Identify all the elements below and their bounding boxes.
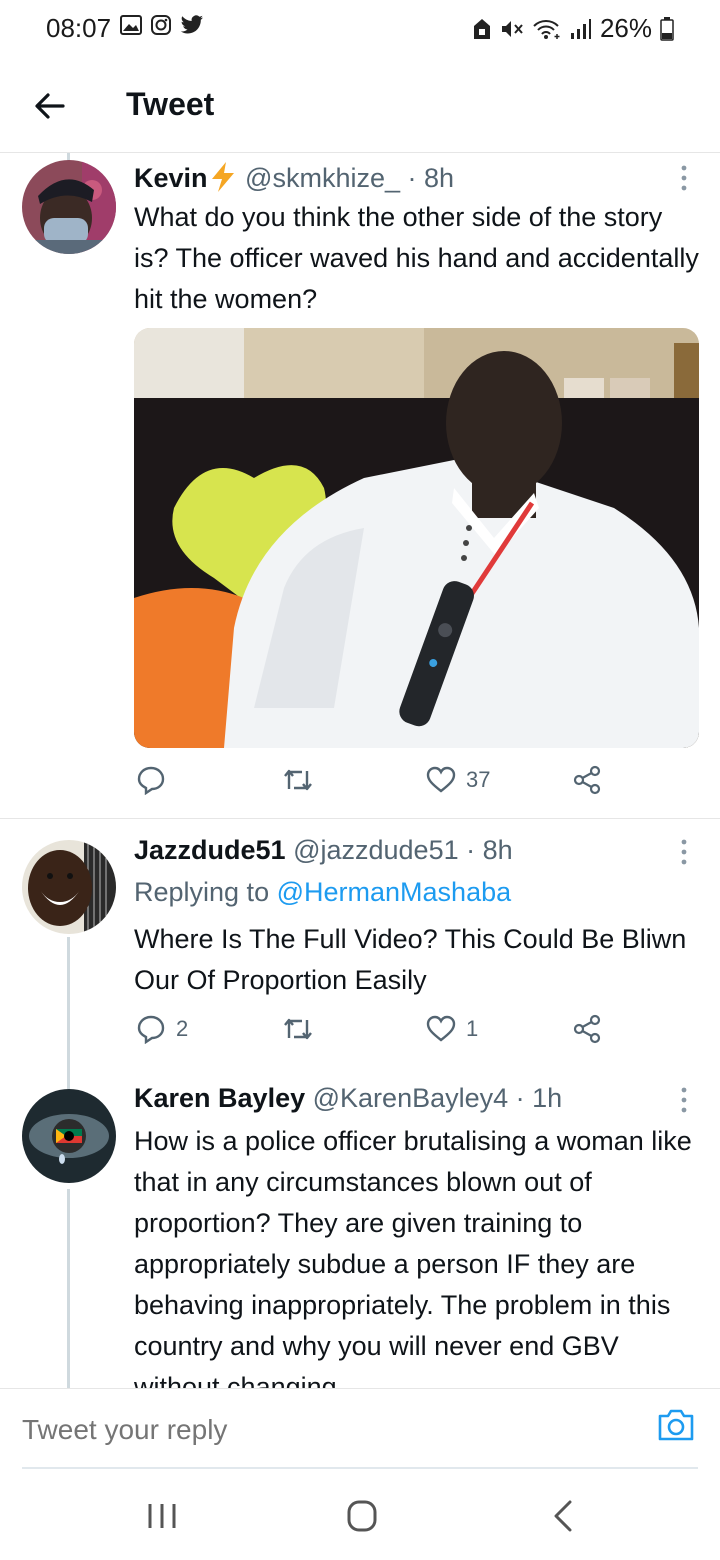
tweet-header: Karen Bayley @KarenBayley4 · 1h [134, 1083, 562, 1114]
status-bar: 08:07 26% [0, 0, 720, 58]
status-time: 08:07 [46, 13, 112, 43]
heart-icon [426, 1015, 456, 1042]
share-icon [573, 765, 601, 795]
battery-percent: 26% [599, 13, 652, 43]
like-count: 37 [466, 767, 491, 792]
author-handle[interactable]: @jazzdude51 [293, 835, 459, 865]
tweet-header: Jazzdude51 @jazzdude51 · 8h [134, 835, 513, 866]
tweet-text: What do you think the other side of the … [134, 202, 699, 314]
avatar-image [22, 160, 116, 254]
share-icon [573, 1014, 601, 1044]
like-button[interactable]: 37 [426, 765, 490, 795]
avatar[interactable] [22, 160, 116, 254]
thread-line [67, 937, 70, 1089]
reply-count: 2 [176, 1016, 189, 1041]
mute-icon [501, 20, 523, 37]
reply-button[interactable] [136, 765, 176, 795]
tweet-text: How is a police officer brutalising a wo… [134, 1126, 692, 1388]
camera-button[interactable] [656, 1407, 696, 1443]
reply-button[interactable]: 2 [136, 1014, 188, 1044]
mention-link[interactable]: @HermanMashaba [277, 877, 512, 907]
author-handle[interactable]: @skmkhize_ [245, 163, 400, 193]
gallery-icon [120, 15, 142, 35]
camera-icon [658, 1409, 694, 1441]
retweet-icon [284, 769, 312, 791]
heart-icon [426, 766, 456, 793]
like-button[interactable]: 1 [426, 1014, 478, 1044]
reply-icon [137, 766, 165, 795]
tweet-photo[interactable] [134, 328, 699, 748]
home-button[interactable] [342, 1498, 382, 1534]
thread-line [67, 1189, 70, 1388]
avatar-image [22, 1089, 116, 1183]
retweet-button[interactable] [282, 1014, 324, 1044]
retweet-icon [284, 1018, 312, 1040]
more-vertical-icon [681, 165, 687, 191]
author-handle[interactable]: @KarenBayley4 [313, 1083, 509, 1113]
battery-icon [660, 16, 674, 41]
tweet-karen-bayley[interactable]: Karen Bayley @KarenBayley4 · 1h How is a… [0, 1083, 720, 1388]
lightning-emoji-icon [211, 162, 234, 192]
share-button[interactable] [572, 765, 602, 795]
replying-to: Replying to @HermanMashaba [134, 877, 511, 908]
back-button[interactable] [30, 86, 70, 126]
avatar-image [22, 840, 116, 934]
system-icons: 26% [472, 13, 674, 44]
author-name[interactable]: Kevin [134, 163, 208, 193]
wifi-icon [533, 19, 560, 39]
system-nav-bar [0, 1470, 720, 1560]
chevron-left-icon [554, 1500, 572, 1532]
like-count: 1 [466, 1016, 479, 1041]
recent-apps-button[interactable] [142, 1498, 182, 1534]
more-options-button[interactable] [676, 837, 692, 867]
twitter-icon [180, 15, 203, 34]
more-vertical-icon [681, 1087, 687, 1113]
tweet-text: Where Is The Full Video? This Could Be B… [134, 924, 687, 995]
replying-prefix: Replying to [134, 877, 270, 907]
avatar[interactable] [22, 1089, 116, 1183]
system-back-button[interactable] [544, 1498, 584, 1534]
lock-icon [473, 18, 490, 39]
tweet-time: · 1h [515, 1083, 563, 1113]
reply-input[interactable] [22, 1405, 622, 1455]
recent-apps-icon [148, 1504, 176, 1528]
tweet-header: Kevin @skmkhize_ · 8h [134, 161, 454, 194]
tweet-actions: 2 1 [134, 1014, 614, 1054]
signal-icon [570, 18, 591, 39]
reply-underline [22, 1467, 698, 1469]
instagram-icon [151, 15, 171, 35]
author-name[interactable]: Karen Bayley [134, 1083, 305, 1113]
reply-bar [0, 1388, 720, 1469]
avatar[interactable] [22, 840, 116, 934]
page-title: Tweet [126, 86, 215, 122]
more-options-button[interactable] [676, 163, 692, 193]
retweet-button[interactable] [282, 765, 324, 795]
app-header: Tweet [0, 60, 720, 152]
tweet-jazzdude51[interactable]: Jazzdude51 @jazzdude51 · 8h Replying to … [0, 819, 720, 1089]
tweet-actions: 37 [134, 765, 614, 805]
tweet-time: · 8h [466, 835, 513, 865]
reply-icon [137, 1015, 165, 1044]
tweet-time: · 8h [407, 163, 455, 193]
share-button[interactable] [572, 1014, 602, 1044]
author-name[interactable]: Jazzdude51 [134, 835, 286, 865]
more-options-button[interactable] [676, 1085, 692, 1115]
home-icon [347, 1500, 377, 1532]
photo-man-on-couch [134, 328, 699, 748]
notification-icons [120, 14, 204, 36]
more-vertical-icon [681, 839, 687, 865]
tweet-kevin[interactable]: Kevin @skmkhize_ · 8h What do you think … [0, 153, 720, 817]
arrow-left-icon [35, 93, 65, 119]
